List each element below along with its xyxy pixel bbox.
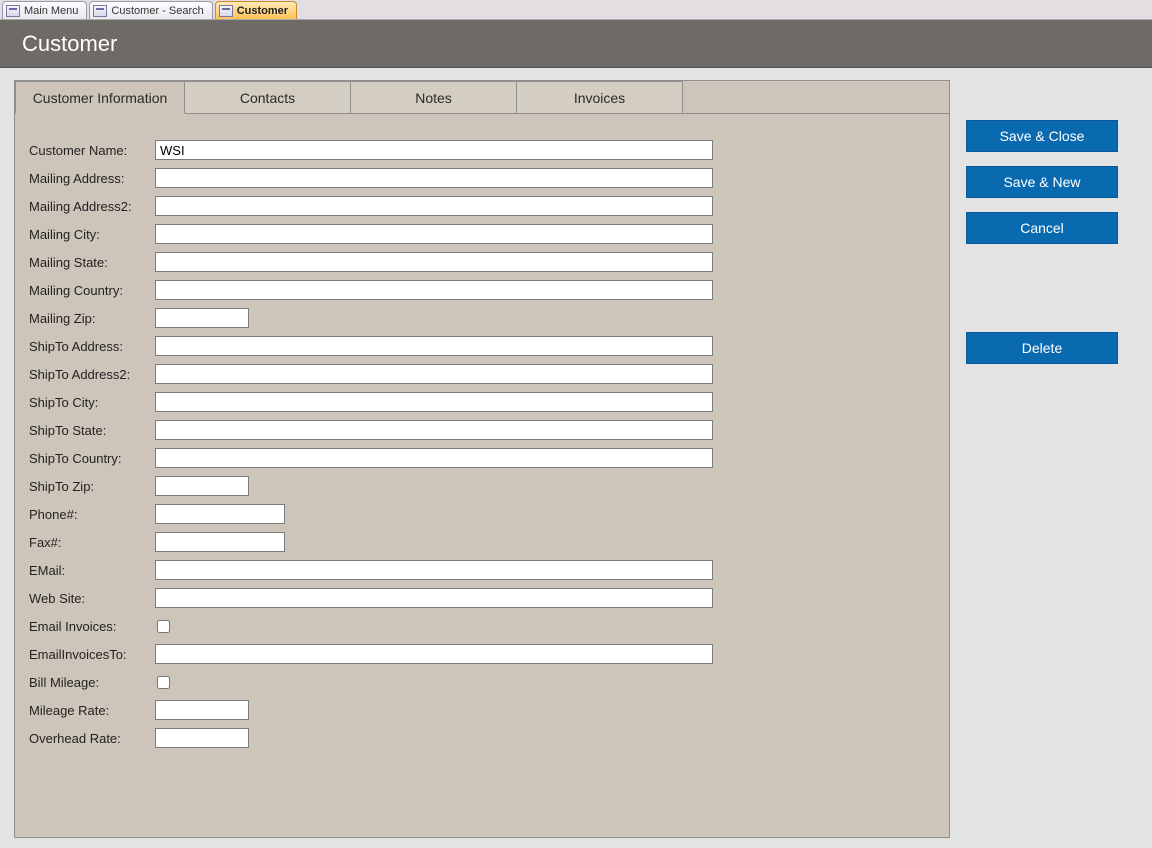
label-email-invoices: Email Invoices:: [29, 619, 155, 634]
customer-form-panel: Customer Information Contacts Notes Invo…: [14, 80, 950, 838]
input-mailing-country[interactable]: [155, 280, 713, 300]
label-shipto-zip: ShipTo Zip:: [29, 479, 155, 494]
page-title: Customer: [22, 31, 117, 57]
input-customer-name[interactable]: [155, 140, 713, 160]
checkbox-email-invoices[interactable]: [157, 620, 170, 633]
label-shipto-address: ShipTo Address:: [29, 339, 155, 354]
input-email-invoices-to[interactable]: [155, 644, 713, 664]
label-mailing-state: Mailing State:: [29, 255, 155, 270]
label-shipto-city: ShipTo City:: [29, 395, 155, 410]
label-shipto-address2: ShipTo Address2:: [29, 367, 155, 382]
tab-customer-search[interactable]: Customer - Search: [89, 1, 212, 19]
label-mileage-rate: Mileage Rate:: [29, 703, 155, 718]
input-shipto-address[interactable]: [155, 336, 713, 356]
cancel-button[interactable]: Cancel: [966, 212, 1118, 244]
input-website[interactable]: [155, 588, 713, 608]
label-bill-mileage: Bill Mileage:: [29, 675, 155, 690]
form-tabstrip: Customer Information Contacts Notes Invo…: [15, 81, 949, 114]
tab-customer-information[interactable]: Customer Information: [15, 81, 185, 114]
label-email-invoices-to: EmailInvoicesTo:: [29, 647, 155, 662]
tab-customer[interactable]: Customer: [215, 1, 297, 19]
form-body: Customer Name: Mailing Address: Mailing …: [15, 114, 949, 837]
save-new-button[interactable]: Save & New: [966, 166, 1118, 198]
input-mailing-city[interactable]: [155, 224, 713, 244]
label-mailing-address2: Mailing Address2:: [29, 199, 155, 214]
tab-invoices[interactable]: Invoices: [517, 81, 683, 114]
label-shipto-state: ShipTo State:: [29, 423, 155, 438]
tab-main-menu[interactable]: Main Menu: [2, 1, 87, 19]
input-mailing-address2[interactable]: [155, 196, 713, 216]
tab-label: Customer - Search: [111, 5, 203, 17]
checkbox-bill-mileage[interactable]: [157, 676, 170, 689]
label-phone: Phone#:: [29, 507, 155, 522]
input-email[interactable]: [155, 560, 713, 580]
input-shipto-zip[interactable]: [155, 476, 249, 496]
label-overhead-rate: Overhead Rate:: [29, 731, 155, 746]
label-website: Web Site:: [29, 591, 155, 606]
label-mailing-address: Mailing Address:: [29, 171, 155, 186]
input-shipto-city[interactable]: [155, 392, 713, 412]
input-shipto-address2[interactable]: [155, 364, 713, 384]
input-fax[interactable]: [155, 532, 285, 552]
input-mailing-zip[interactable]: [155, 308, 249, 328]
label-mailing-country: Mailing Country:: [29, 283, 155, 298]
tab-contacts[interactable]: Contacts: [185, 81, 351, 114]
label-email: EMail:: [29, 563, 155, 578]
action-column: Save & Close Save & New Cancel Delete: [966, 80, 1118, 838]
input-mailing-state[interactable]: [155, 252, 713, 272]
input-mailing-address[interactable]: [155, 168, 713, 188]
input-phone[interactable]: [155, 504, 285, 524]
label-shipto-country: ShipTo Country:: [29, 451, 155, 466]
label-mailing-zip: Mailing Zip:: [29, 311, 155, 326]
delete-button[interactable]: Delete: [966, 332, 1118, 364]
form-icon: [219, 5, 233, 17]
document-tabs: Main Menu Customer - Search Customer: [0, 0, 1152, 20]
form-icon: [6, 5, 20, 17]
save-close-button[interactable]: Save & Close: [966, 120, 1118, 152]
tab-notes[interactable]: Notes: [351, 81, 517, 114]
tab-label: Customer: [237, 5, 288, 17]
input-mileage-rate[interactable]: [155, 700, 249, 720]
label-fax: Fax#:: [29, 535, 155, 550]
input-overhead-rate[interactable]: [155, 728, 249, 748]
input-shipto-country[interactable]: [155, 448, 713, 468]
label-mailing-city: Mailing City:: [29, 227, 155, 242]
form-icon: [93, 5, 107, 17]
label-customer-name: Customer Name:: [29, 143, 155, 158]
tab-label: Main Menu: [24, 5, 78, 17]
form-header: Customer: [0, 20, 1152, 68]
input-shipto-state[interactable]: [155, 420, 713, 440]
